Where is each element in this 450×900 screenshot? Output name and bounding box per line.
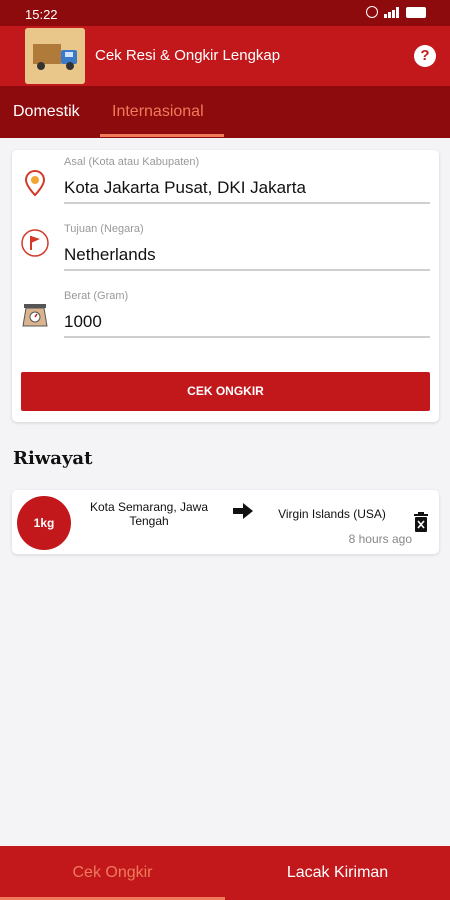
scale-icon [22, 304, 48, 327]
help-icon[interactable]: ? [414, 45, 436, 67]
destination-field[interactable]: Tujuan (Negara) Netherlands [12, 218, 439, 278]
tab-indicator [100, 134, 224, 137]
flag-icon [21, 229, 49, 257]
battery-icon [406, 6, 426, 18]
status-time: 15:22 [25, 7, 58, 22]
location-pin-icon [24, 169, 46, 197]
bottom-nav: Cek Ongkir Lacak Kiriman [0, 846, 450, 900]
origin-label: Asal (Kota atau Kabupaten) [64, 156, 200, 168]
history-item[interactable]: 1kg Kota Semarang, Jawa Tengah Virgin Is… [12, 490, 439, 554]
destination-input[interactable]: Netherlands [64, 245, 156, 265]
destination-underline [64, 269, 430, 271]
weight-field[interactable]: Berat (Gram) 1000 [12, 286, 439, 346]
tab-domestik[interactable]: Domestik [13, 103, 80, 121]
nav-cek-ongkir[interactable]: Cek Ongkir [0, 846, 225, 900]
origin-field[interactable]: Asal (Kota atau Kabupaten) Kota Jakarta … [12, 150, 439, 210]
app-logo [25, 28, 85, 84]
history-destination: Virgin Islands (USA) [278, 507, 386, 521]
app-bar: Cek Resi & Ongkir Lengkap ? [0, 26, 450, 86]
weight-label: Berat (Gram) [64, 290, 129, 302]
origin-input[interactable]: Kota Jakarta Pusat, DKI Jakarta [64, 178, 306, 198]
origin-underline [64, 202, 430, 204]
arrow-right-icon [233, 503, 253, 519]
destination-label: Tujuan (Negara) [64, 223, 144, 235]
tab-bar: Domestik Internasional [0, 86, 450, 138]
history-origin: Kota Semarang, Jawa Tengah [89, 500, 209, 528]
history-title: Riwayat [13, 448, 93, 469]
status-icons [366, 6, 426, 18]
tab-internasional[interactable]: Internasional [112, 103, 204, 121]
app-title: Cek Resi & Ongkir Lengkap [95, 47, 281, 64]
alarm-icon [366, 6, 378, 18]
delete-icon[interactable] [413, 511, 429, 533]
weight-underline [64, 336, 430, 338]
status-bar: 15:22 [0, 0, 450, 26]
cek-ongkir-button[interactable]: CEK ONGKIR [21, 372, 430, 411]
signal-icon [384, 6, 400, 18]
nav-lacak-kiriman[interactable]: Lacak Kiriman [225, 846, 450, 900]
weight-input[interactable]: 1000 [64, 312, 102, 332]
history-time: 8 hours ago [348, 532, 412, 546]
weight-badge: 1kg [17, 496, 71, 550]
shipping-form-card: Asal (Kota atau Kabupaten) Kota Jakarta … [12, 150, 439, 422]
